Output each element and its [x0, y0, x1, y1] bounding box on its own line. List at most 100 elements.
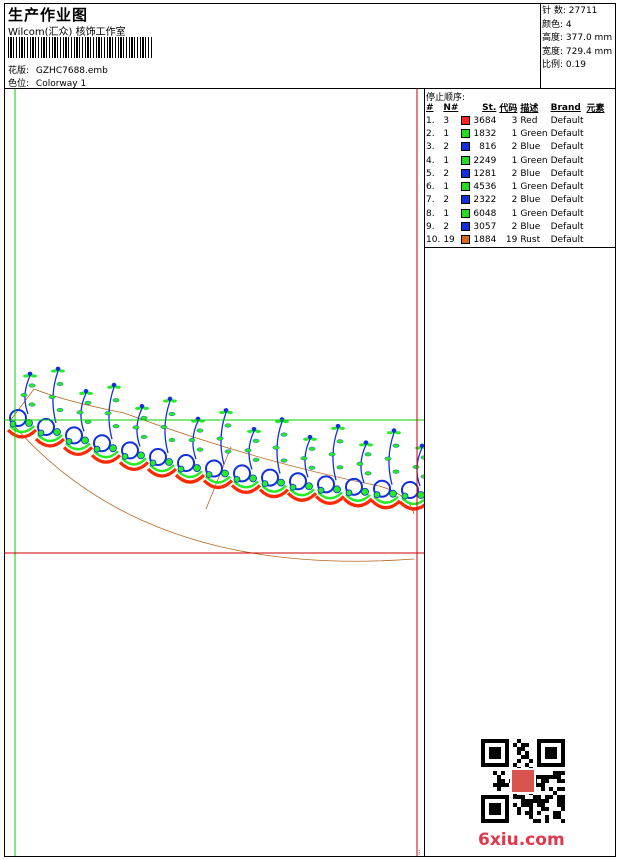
dot-green	[93, 445, 101, 453]
leaf	[104, 411, 112, 416]
leaf	[112, 424, 120, 429]
row-index: 6.	[426, 182, 435, 193]
leaf	[84, 400, 92, 405]
table-row[interactable]: 8. 1 6048 1 Green Default	[426, 207, 608, 220]
row-needle: 1	[443, 182, 450, 193]
qr-module	[505, 783, 509, 787]
qr-module	[497, 783, 501, 787]
leaf	[132, 425, 140, 430]
leaf	[364, 452, 372, 457]
qr-module	[529, 815, 533, 819]
row-swatch	[461, 220, 473, 233]
qr-module	[537, 795, 541, 799]
leaf	[171, 399, 177, 403]
leaf	[387, 431, 393, 435]
leaf	[415, 446, 421, 450]
stitch-cluster	[118, 404, 150, 471]
dot-green	[81, 436, 89, 445]
col-swatch	[461, 101, 473, 114]
table-row[interactable]: 10. 19 1884 19 Rust Default	[426, 234, 608, 247]
row-desc: Green	[520, 182, 548, 193]
row-index: 5.	[426, 168, 435, 179]
studio-name: Wilcom(汇众) 核饰工作室	[8, 27, 126, 38]
row-brand: Default	[550, 142, 584, 153]
qr-module	[525, 811, 529, 815]
qr-finder-core	[489, 747, 501, 759]
page-title: 生产作业图	[8, 6, 89, 24]
leaf	[163, 399, 169, 403]
embroidery-preview	[4, 89, 424, 856]
table-row[interactable]: 1. 3 3684 3 Red Default	[426, 114, 608, 127]
row-needle: 1	[443, 155, 450, 166]
qr-module	[553, 791, 557, 795]
qr-module	[525, 743, 529, 747]
color-sequence-table: # N# St. 代码 描述 Brand 元素 1. 3 3684 3 Red Defau…	[426, 101, 608, 247]
qr-module	[553, 775, 557, 779]
col-brand: Brand	[550, 102, 581, 113]
stat-width: 宽度: 729.4 mm	[542, 46, 613, 57]
leaf	[84, 419, 92, 424]
color-swatch-icon	[461, 155, 471, 165]
row-needle: 2	[443, 222, 450, 233]
qr-finder-core	[545, 747, 557, 759]
color-swatch-icon	[461, 115, 471, 125]
dot-green	[261, 480, 269, 488]
table-row[interactable]: 2. 1 1832 1 Green Default	[426, 127, 608, 140]
row-stitches: 816	[479, 142, 497, 153]
row-desc: Green	[520, 208, 548, 219]
qr-module	[541, 807, 545, 811]
corner-marker-icon: ⁝	[418, 849, 421, 857]
leaf	[339, 426, 345, 430]
leaf	[311, 437, 317, 441]
qr-module	[525, 755, 529, 759]
color-swatch-icon	[461, 182, 471, 192]
table-row[interactable]: 5. 2 1281 2 Blue Default	[426, 167, 608, 180]
dot-green	[65, 437, 73, 445]
qr-module	[533, 795, 537, 799]
leaf	[23, 374, 29, 378]
row-stitches: 4536	[473, 182, 497, 193]
table-row[interactable]: 7. 2 2322 2 Blue Default	[426, 194, 608, 207]
stitch-cluster	[174, 416, 206, 484]
row-code: 1	[511, 128, 518, 139]
leaf	[224, 449, 232, 454]
qr-module	[521, 803, 525, 807]
row-swatch	[461, 127, 473, 140]
stitch-cluster	[230, 426, 262, 494]
qr-module	[549, 795, 553, 799]
col-desc: 描述	[520, 104, 539, 114]
row-brand: Default	[550, 168, 584, 179]
leaf	[160, 425, 168, 430]
qr-module	[493, 783, 497, 787]
row-desc: Green	[520, 155, 548, 166]
row-brand: Default	[550, 195, 584, 206]
qr-module	[545, 815, 549, 819]
qr-module	[549, 787, 553, 791]
table-row[interactable]: 3. 2 816 2 Blue Default	[426, 141, 608, 154]
dot-green	[205, 471, 213, 478]
row-brand: Default	[550, 155, 584, 166]
barcode-icon	[8, 37, 153, 58]
qr-module	[497, 787, 501, 791]
qr-module	[553, 811, 557, 815]
qr-module	[501, 779, 505, 783]
leaf	[87, 391, 93, 395]
row-stitches: 3057	[473, 222, 497, 233]
row-index: 9.	[426, 222, 435, 233]
colorway-value: Colorway 1	[35, 79, 87, 89]
leaf	[227, 410, 233, 415]
leaf	[79, 391, 85, 395]
table-row[interactable]: 4. 1 2249 1 Green Default	[426, 154, 608, 167]
row-swatch	[461, 207, 473, 220]
qr-module	[525, 751, 529, 755]
leaf	[51, 369, 57, 373]
table-row[interactable]: 6. 1 4536 1 Green Default	[426, 180, 608, 193]
col-index: #	[426, 102, 434, 113]
leaf	[31, 374, 37, 378]
dot-green	[277, 478, 285, 487]
table-row[interactable]: 9. 2 3057 2 Blue Default	[426, 220, 608, 233]
row-code: 1	[511, 208, 518, 219]
leaf	[280, 458, 288, 463]
stat-scale: 比例: 0.19	[542, 60, 586, 71]
qr-module	[521, 799, 525, 803]
